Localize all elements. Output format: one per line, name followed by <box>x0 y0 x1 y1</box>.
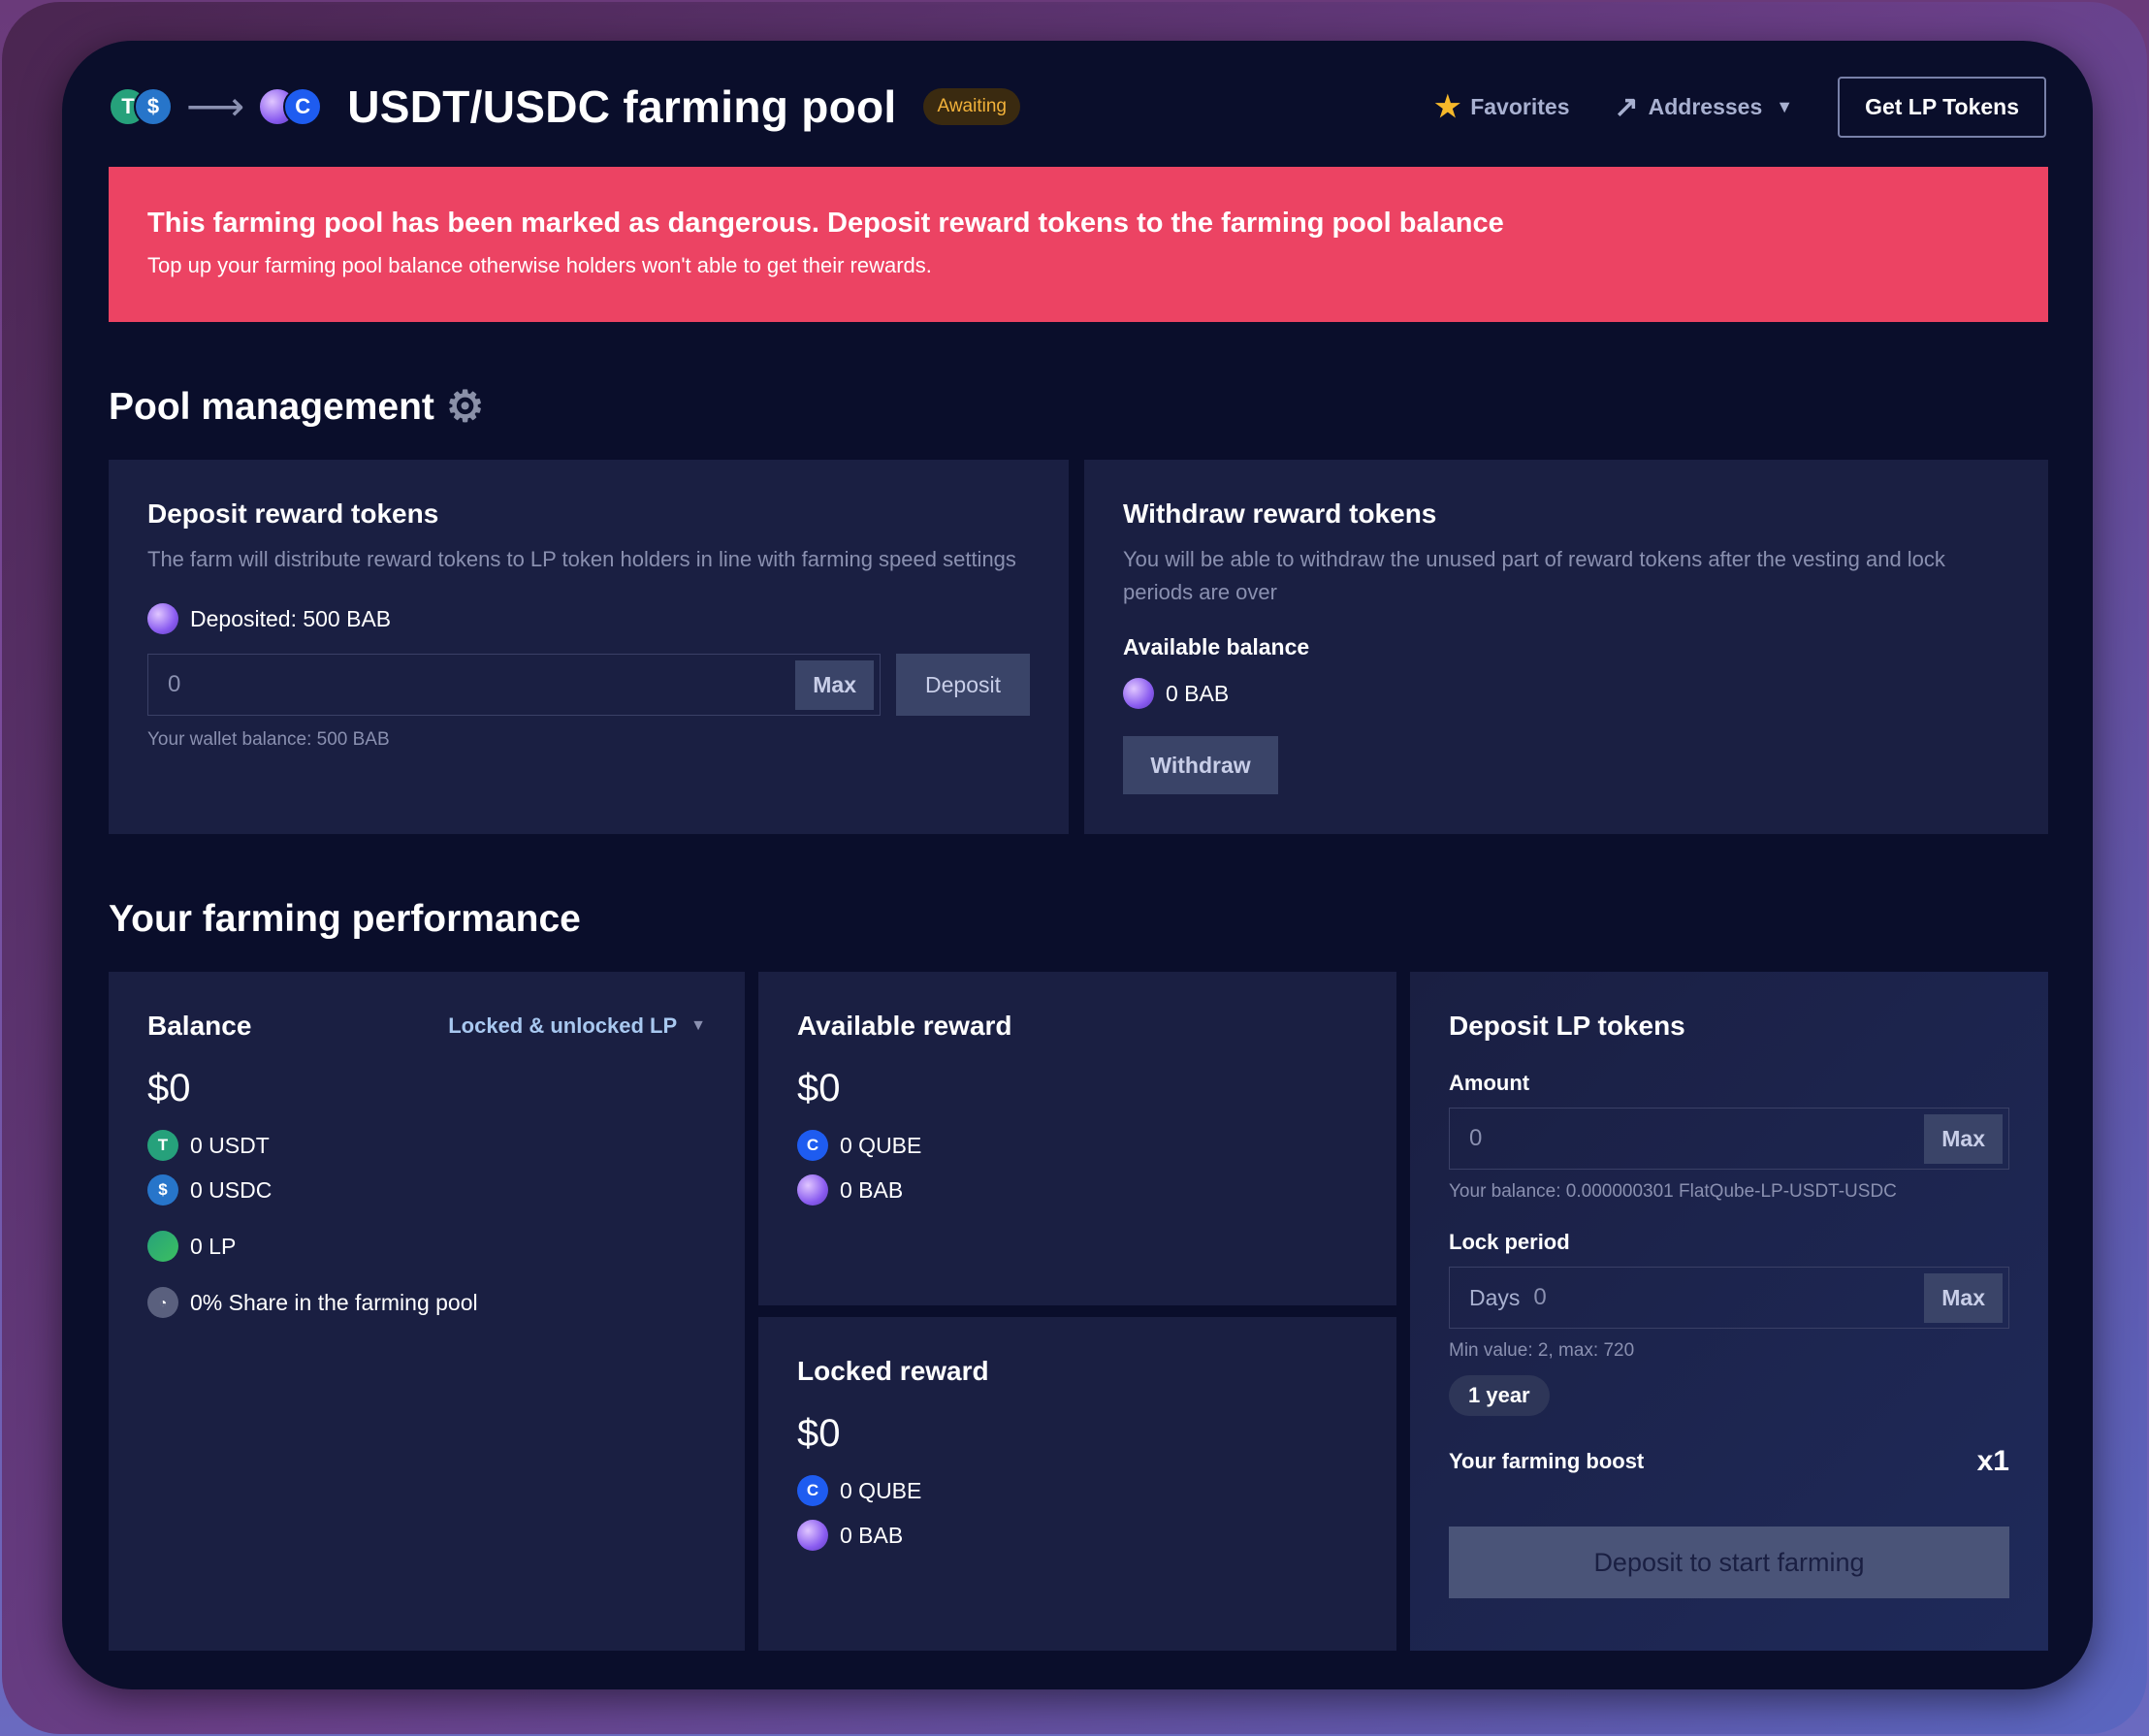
pie-chart-icon: ◔ <box>147 1287 178 1318</box>
lock-max-button[interactable]: Max <box>1924 1272 2003 1323</box>
qube-icon: C <box>797 1475 828 1506</box>
danger-alert: This farming pool has been marked as dan… <box>109 167 2048 322</box>
lock-days-value: 0 <box>1533 1284 1547 1310</box>
available-balance-label: Available balance <box>1123 634 1310 659</box>
deposited-value: Deposited: 500 BAB <box>190 605 392 631</box>
status-badge: Awaiting <box>923 88 1020 125</box>
gear-icon[interactable]: ⚙ <box>446 382 484 432</box>
usdt-row: T 0 USDT <box>147 1130 706 1161</box>
lp-max-button[interactable]: Max <box>1924 1113 2003 1164</box>
available-reward-value: $0 <box>797 1067 841 1109</box>
farming-performance-title: Your farming performance <box>109 898 581 940</box>
lock-days-input[interactable]: Days 0 Max <box>1449 1267 2009 1329</box>
one-year-chip[interactable]: 1 year <box>1449 1375 1550 1416</box>
addresses-dropdown[interactable]: ↗ Addresses ▼ <box>1614 90 1793 124</box>
days-label: Days <box>1469 1284 1521 1310</box>
deposited-row: Deposited: 500 BAB <box>147 603 1030 634</box>
app-window: T $ ⟶ C USDT/USDC farming pool Awaiting … <box>62 41 2093 1689</box>
balance-title: Balance <box>147 1011 252 1041</box>
bab-icon <box>147 603 178 634</box>
amount-label: Amount <box>1449 1071 1530 1095</box>
balance-value: $0 <box>147 1067 191 1109</box>
star-icon: ★ <box>1434 90 1461 123</box>
deposit-amount-value: 0 <box>168 671 181 697</box>
get-lp-tokens-button[interactable]: Get LP Tokens <box>1838 76 2046 138</box>
qube-icon: C <box>797 1130 828 1161</box>
withdraw-reward-title: Withdraw reward tokens <box>1123 498 1437 529</box>
deposit-lp-card: Deposit LP tokens Amount 0 Max Your bala… <box>1410 972 2048 1651</box>
lp-filter-dropdown[interactable]: Locked & unlocked LP ▼ <box>448 1013 706 1039</box>
balance-card: Balance Locked & unlocked LP ▼ $0 T 0 US… <box>109 972 745 1651</box>
available-reward-title: Available reward <box>797 1011 1012 1041</box>
withdraw-button[interactable]: Withdraw <box>1123 736 1278 794</box>
lp-filter-label: Locked & unlocked LP <box>448 1013 678 1038</box>
locked-reward-value: $0 <box>797 1412 841 1455</box>
alert-text: Top up your farming pool balance otherwi… <box>147 253 932 277</box>
bab-icon <box>1123 678 1154 709</box>
lp-amount-value: 0 <box>1469 1125 1483 1151</box>
pool-management-label: Pool management <box>109 385 434 428</box>
share-row: ◔ 0% Share in the farming pool <box>147 1287 706 1318</box>
available-balance-value: 0 BAB <box>1166 680 1230 706</box>
available-reward-card: Available reward $0 C 0 QUBE 0 BAB <box>758 972 1396 1305</box>
available-bab-value: 0 BAB <box>840 1176 904 1203</box>
page-title: USDT/USDC farming pool <box>347 81 897 132</box>
wallet-balance-note: Your wallet balance: 500 BAB <box>147 729 390 750</box>
pool-management-title: Pool management ⚙ <box>109 382 484 432</box>
deposit-max-button[interactable]: Max <box>795 659 874 710</box>
chevron-down-icon: ▼ <box>690 1017 706 1034</box>
available-balance-row: 0 BAB <box>1123 678 2009 709</box>
share-value: 0% Share in the farming pool <box>190 1289 478 1315</box>
locked-reward-title: Locked reward <box>797 1356 989 1386</box>
available-bab-row: 0 BAB <box>797 1174 1358 1206</box>
lp-token-icon <box>147 1231 178 1262</box>
usdc-icon: $ <box>147 1174 178 1206</box>
favorites-link[interactable]: ★ Favorites <box>1434 90 1569 124</box>
usdc-icon: $ <box>134 87 173 126</box>
lp-row: 0 LP <box>147 1231 706 1262</box>
usdt-value: 0 USDT <box>190 1132 270 1158</box>
boost-value: x1 <box>1976 1445 2009 1477</box>
arrow-right-icon: ⟶ <box>186 83 245 129</box>
deposit-reward-card: Deposit reward tokens The farm will dist… <box>109 460 1069 834</box>
page-header: T $ ⟶ C USDT/USDC farming pool Awaiting … <box>109 70 2046 144</box>
pair-icons: T $ ⟶ C <box>109 83 323 129</box>
usdc-row: $ 0 USDC <box>147 1174 706 1206</box>
alert-title: This farming pool has been marked as dan… <box>147 208 1504 239</box>
available-qube-value: 0 QUBE <box>840 1132 922 1158</box>
locked-bab-value: 0 BAB <box>840 1522 904 1548</box>
bab-icon <box>797 1174 828 1206</box>
usdc-value: 0 USDC <box>190 1176 273 1203</box>
locked-bab-row: 0 BAB <box>797 1520 1358 1551</box>
locked-reward-card: Locked reward $0 C 0 QUBE 0 BAB <box>758 1317 1396 1651</box>
withdraw-reward-card: Withdraw reward tokens You will be able … <box>1084 460 2048 834</box>
locked-qube-value: 0 QUBE <box>840 1477 922 1503</box>
deposit-button[interactable]: Deposit <box>896 654 1030 716</box>
deposit-reward-desc: The farm will distribute reward tokens t… <box>147 547 1016 571</box>
withdraw-reward-desc: You will be able to withdraw the unused … <box>1123 547 1945 604</box>
available-qube-row: C 0 QUBE <box>797 1130 1358 1161</box>
deposit-to-start-farming-button[interactable]: Deposit to start farming <box>1449 1527 2009 1598</box>
deposit-amount-input[interactable]: 0 Max <box>147 654 881 716</box>
favorites-label: Favorites <box>1470 93 1570 119</box>
lp-balance-note: Your balance: 0.000000301 FlatQube-LP-US… <box>1449 1181 1897 1202</box>
deposit-reward-title: Deposit reward tokens <box>147 498 439 529</box>
lp-amount-input[interactable]: 0 Max <box>1449 1108 2009 1170</box>
addresses-label: Addresses <box>1648 93 1763 119</box>
lock-period-label: Lock period <box>1449 1230 1570 1254</box>
usdt-icon: T <box>147 1130 178 1161</box>
bab-icon <box>797 1520 828 1551</box>
locked-qube-row: C 0 QUBE <box>797 1475 1358 1506</box>
lp-value: 0 LP <box>190 1233 237 1259</box>
external-link-icon: ↗ <box>1614 90 1639 123</box>
lock-range-note: Min value: 2, max: 720 <box>1449 1340 1635 1361</box>
deposit-lp-title: Deposit LP tokens <box>1449 1011 1685 1041</box>
qube-icon: C <box>283 87 323 126</box>
chevron-down-icon: ▼ <box>1776 96 1794 116</box>
boost-label: Your farming boost <box>1449 1449 1645 1473</box>
boost-row: Your farming boost x1 <box>1449 1445 2009 1478</box>
